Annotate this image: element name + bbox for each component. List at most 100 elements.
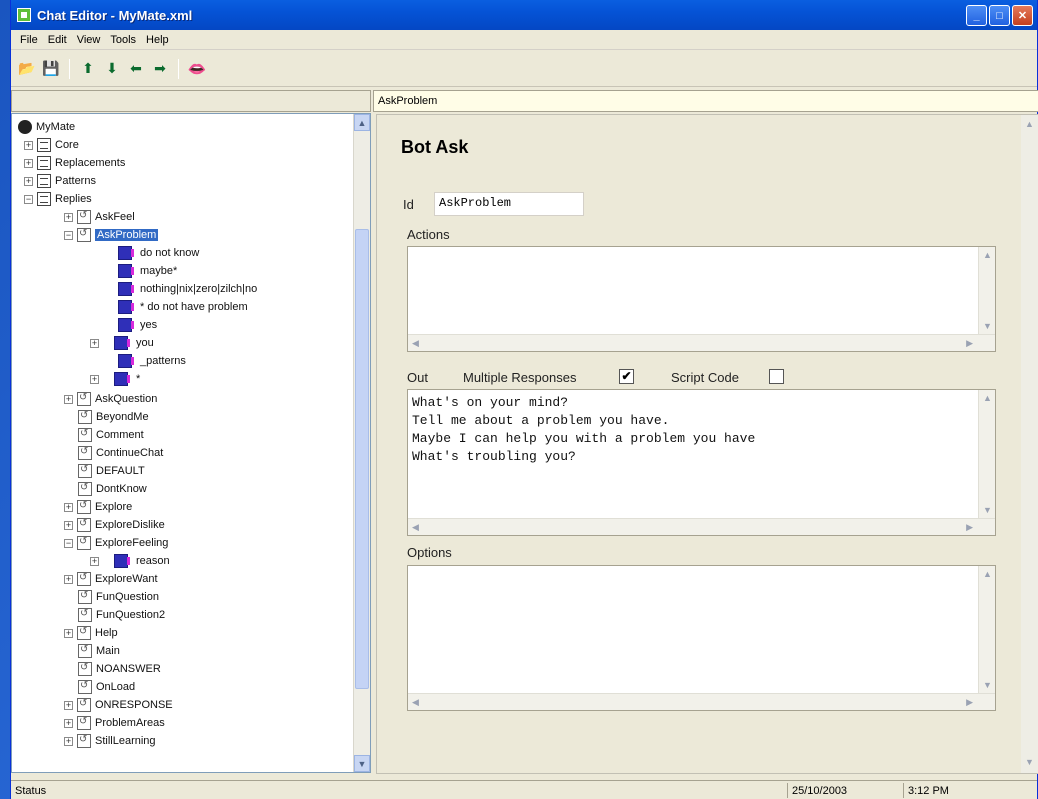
tree-item-dontknow[interactable]: DontKnow	[78, 480, 147, 498]
expand-plus-icon[interactable]: +	[24, 158, 33, 168]
expand-plus-icon[interactable]: +	[64, 502, 73, 512]
move-right-arrow-icon[interactable]: ➡	[150, 59, 170, 79]
actions-textarea[interactable]: ▲ ▼ ◀ ▶	[407, 246, 996, 352]
tree-item-explore[interactable]: + Explore	[64, 498, 132, 516]
expand-plus-icon[interactable]: +	[24, 140, 33, 150]
tree-item-patterns[interactable]: + Patterns	[24, 172, 96, 190]
expand-plus-icon[interactable]: +	[64, 574, 73, 584]
open-folder-icon[interactable]: 📂	[17, 59, 37, 79]
script-code-checkbox[interactable]	[769, 369, 784, 384]
tree-item-continuechat[interactable]: ContinueChat	[78, 444, 163, 462]
tree-item-exploredislike[interactable]: + ExploreDislike	[64, 516, 165, 534]
move-up-arrow-icon[interactable]: ⬆	[78, 59, 98, 79]
tree-item-stilllearning[interactable]: + StillLearning	[64, 732, 156, 750]
expand-plus-icon[interactable]: +	[90, 338, 99, 348]
expand-plus-icon[interactable]: +	[64, 520, 73, 530]
tree-item-noanswer[interactable]: NOANSWER	[78, 660, 161, 678]
tree-view[interactable]: MyMate + Core + Replacements + Patterns …	[11, 113, 371, 773]
collapse-minus-icon[interactable]: −	[24, 194, 33, 204]
tree-item-default[interactable]: DEFAULT	[78, 462, 145, 480]
expand-plus-icon[interactable]: +	[24, 176, 33, 186]
tree-item-askquestion[interactable]: + AskQuestion	[64, 390, 157, 408]
tree-item-askproblem[interactable]: − AskProblem	[64, 226, 159, 244]
expand-plus-icon[interactable]: +	[64, 736, 73, 746]
scroll-down-icon[interactable]: ▼	[1025, 757, 1034, 767]
tree-item-problemareas[interactable]: + ProblemAreas	[64, 714, 165, 732]
expand-plus-icon[interactable]: +	[64, 628, 73, 638]
tree-item-explorewant[interactable]: + ExploreWant	[64, 570, 158, 588]
detail-scrollbar[interactable]: ▲ ▼	[1021, 115, 1038, 773]
scroll-down-icon[interactable]: ▼	[354, 755, 370, 772]
tree-item-replies[interactable]: − Replies	[24, 190, 92, 208]
collapse-minus-icon[interactable]: −	[64, 230, 73, 240]
expand-plus-icon[interactable]: +	[90, 374, 99, 384]
tree-item-main[interactable]: Main	[78, 642, 120, 660]
expand-plus-icon[interactable]: +	[64, 394, 73, 404]
scroll-up-icon[interactable]: ▲	[983, 250, 992, 260]
maximize-button[interactable]: □	[989, 5, 1010, 26]
out-hscroll[interactable]: ◀ ▶	[408, 518, 995, 535]
expand-plus-icon[interactable]: +	[64, 212, 73, 222]
tree-item-funquestion2[interactable]: FunQuestion2	[78, 606, 165, 624]
collapse-minus-icon[interactable]: −	[64, 538, 73, 548]
tree-item-explorefeeling[interactable]: − ExploreFeeling	[64, 534, 168, 552]
tree-item-replacements[interactable]: + Replacements	[24, 154, 125, 172]
menu-view[interactable]: View	[72, 34, 106, 46]
scroll-thumb[interactable]	[355, 229, 369, 689]
scroll-up-icon[interactable]: ▲	[983, 569, 992, 579]
tree-item-beyondme[interactable]: BeyondMe	[78, 408, 149, 426]
tree-item-onload[interactable]: OnLoad	[78, 678, 135, 696]
tree-item-askfeel[interactable]: + AskFeel	[64, 208, 135, 226]
menu-edit[interactable]: Edit	[43, 34, 72, 46]
actions-hscroll[interactable]: ◀ ▶	[408, 334, 995, 351]
menu-tools[interactable]: Tools	[105, 34, 141, 46]
expand-plus-icon[interactable]: +	[64, 718, 73, 728]
options-vscroll[interactable]: ▲ ▼	[978, 566, 995, 710]
scroll-down-icon[interactable]: ▼	[983, 680, 992, 690]
menu-help[interactable]: Help	[141, 34, 174, 46]
tree-item-help[interactable]: + Help	[64, 624, 118, 642]
save-disk-icon[interactable]: 💾	[41, 59, 61, 79]
lips-icon[interactable]: 👄	[187, 59, 207, 79]
options-hscroll[interactable]: ◀ ▶	[408, 693, 995, 710]
tree-item-pattern[interactable]: + *	[90, 370, 140, 388]
tree-item-pattern[interactable]: yes	[118, 316, 157, 334]
tree-item-pattern[interactable]: + you	[90, 334, 154, 352]
scroll-right-icon[interactable]: ▶	[966, 697, 973, 708]
tree-scrollbar[interactable]: ▲ ▼	[353, 114, 370, 772]
out-textarea[interactable]: What's on your mind? Tell me about a pro…	[407, 389, 996, 536]
tree-item-pattern[interactable]: maybe*	[118, 262, 177, 280]
scroll-left-icon[interactable]: ◀	[412, 697, 419, 708]
minimize-button[interactable]: _	[966, 5, 987, 26]
options-textarea[interactable]: ▲ ▼ ◀ ▶	[407, 565, 996, 711]
out-vscroll[interactable]: ▲ ▼	[978, 390, 995, 535]
tree-item-onresponse[interactable]: + ONRESPONSE	[64, 696, 173, 714]
scroll-up-icon[interactable]: ▲	[354, 114, 370, 131]
tree-item-pattern[interactable]: + reason	[90, 552, 170, 570]
menu-file[interactable]: File	[15, 34, 43, 46]
scroll-down-icon[interactable]: ▼	[983, 505, 992, 515]
scroll-left-icon[interactable]: ◀	[412, 522, 419, 533]
tree-item-pattern[interactable]: _patterns	[118, 352, 186, 370]
scroll-left-icon[interactable]: ◀	[412, 338, 419, 349]
id-input[interactable]: AskProblem	[434, 192, 584, 216]
title-bar[interactable]: Chat Editor - MyMate.xml _ □ ✕	[11, 0, 1037, 30]
tree-root[interactable]: MyMate	[18, 118, 75, 136]
tree-item-pattern[interactable]: * do not have problem	[118, 298, 248, 316]
tree-item-comment[interactable]: Comment	[78, 426, 144, 444]
scroll-up-icon[interactable]: ▲	[1025, 119, 1034, 129]
scroll-right-icon[interactable]: ▶	[966, 522, 973, 533]
scroll-down-icon[interactable]: ▼	[983, 321, 992, 331]
multiple-responses-checkbox[interactable]: ✔	[619, 369, 634, 384]
scroll-up-icon[interactable]: ▲	[983, 393, 992, 403]
tree-item-pattern[interactable]: nothing|nix|zero|zilch|no	[118, 280, 257, 298]
close-button[interactable]: ✕	[1012, 5, 1033, 26]
scroll-right-icon[interactable]: ▶	[966, 338, 973, 349]
tree-item-pattern[interactable]: do not know	[118, 244, 199, 262]
tree-item-core[interactable]: + Core	[24, 136, 79, 154]
move-left-arrow-icon[interactable]: ⬅	[126, 59, 146, 79]
expand-plus-icon[interactable]: +	[64, 700, 73, 710]
tree-item-funquestion[interactable]: FunQuestion	[78, 588, 159, 606]
move-down-arrow-icon[interactable]: ⬇	[102, 59, 122, 79]
expand-plus-icon[interactable]: +	[90, 556, 99, 566]
